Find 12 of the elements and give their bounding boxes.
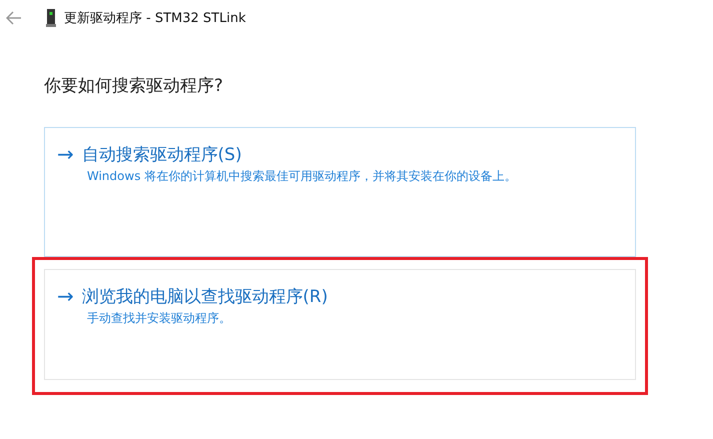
window-title: 更新驱动程序 - STM32 STLink [64,10,246,27]
heading: 你要如何搜索驱动程序? [44,75,224,97]
option-description: 手动查找并安装驱动程序。 [87,310,232,327]
option-description: Windows 将在你的计算机中搜索最佳可用驱动程序，并将其安装在你的设备上。 [87,168,518,185]
option-title: 浏览我的电脑以查找驱动程序(R) [82,286,328,308]
arrow-icon: → [57,142,74,166]
back-arrow-icon[interactable] [6,11,22,25]
option-card[interactable]: → 浏览我的电脑以查找驱动程序(R) 手动查找并安装驱动程序。 [44,269,636,380]
option-card[interactable]: → 自动搜索驱动程序(S) Windows 将在你的计算机中搜索最佳可用驱动程序，并将其安装在你的设备上。 [44,127,636,257]
device-icon [46,9,56,27]
option-title: 自动搜索驱动程序(S) [82,144,242,166]
arrow-icon: → [57,284,74,308]
